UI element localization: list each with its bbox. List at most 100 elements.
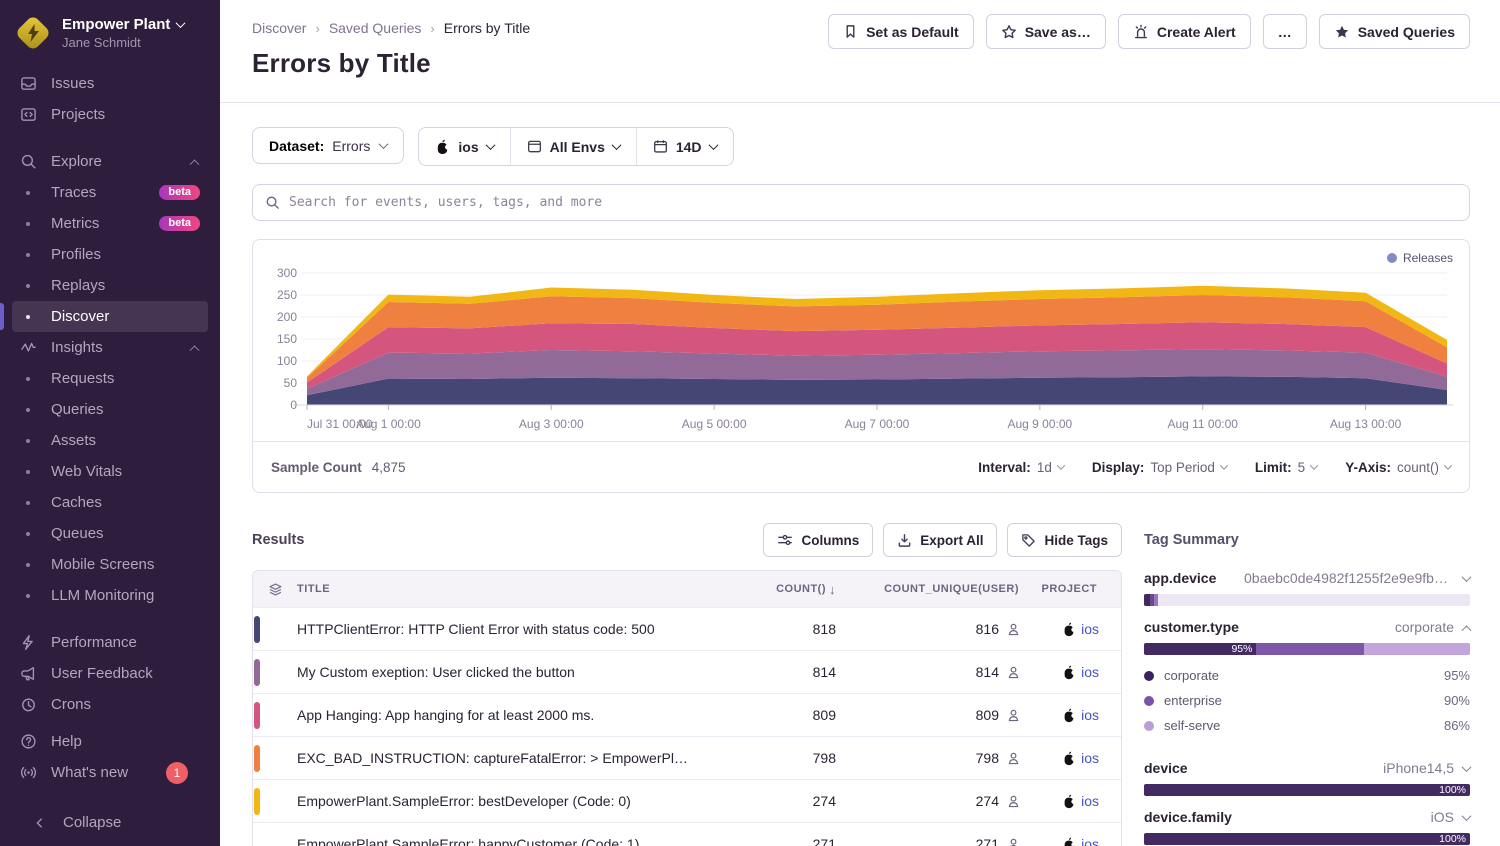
tag-breakdown-row[interactable]: corporate95% (1144, 663, 1470, 688)
project-filter[interactable]: ios (419, 128, 509, 165)
create-alert-button[interactable]: Create Alert (1118, 14, 1251, 49)
user-icon[interactable] (1006, 708, 1021, 723)
sidebar-item-issues[interactable]: Issues (12, 68, 208, 99)
chevron-down-icon (485, 140, 495, 150)
sidebar-item-crons[interactable]: Crons (12, 689, 208, 720)
tag-breakdown-row[interactable]: enterprise90% (1144, 688, 1470, 713)
bullet-icon (18, 315, 38, 319)
sidebar-item-performance[interactable]: Performance (12, 627, 208, 658)
sidebar-item-collapse[interactable]: Collapse (24, 807, 196, 838)
sidebar-item-replays[interactable]: Replays (12, 270, 208, 301)
user-icon[interactable] (1006, 837, 1021, 846)
row-title[interactable]: My Custom exeption: User clicked the but… (297, 664, 708, 680)
star-outline-icon (1001, 24, 1017, 40)
whats-new-count-badge: 1 (166, 762, 188, 784)
row-title[interactable]: EXC_BAD_INSTRUCTION: captureFatalError: … (297, 750, 708, 766)
row-title[interactable]: HTTPClientError: HTTP Client Error with … (297, 621, 708, 637)
layers-icon[interactable]: undefined (253, 837, 297, 846)
sidebar-item-queues[interactable]: Queues (12, 518, 208, 549)
sidebar-item-projects[interactable]: Projects (12, 99, 208, 130)
sidebar-item-profiles[interactable]: Profiles (12, 239, 208, 270)
sidebar-item-metrics[interactable]: Metricsbeta (12, 208, 208, 239)
sidebar-item-user-feedback[interactable]: User Feedback (12, 658, 208, 689)
sidebar-item-caches[interactable]: Caches (12, 487, 208, 518)
row-title[interactable]: EmpowerPlant.SampleError: bestDeveloper … (297, 793, 708, 809)
bullet-icon (18, 501, 38, 505)
dataset-selector[interactable]: Dataset: Errors (252, 127, 404, 164)
project-link[interactable]: ios (1081, 836, 1099, 846)
tag-top-value[interactable]: iPhone14,5 (1383, 760, 1454, 776)
user-icon[interactable] (1006, 751, 1021, 766)
project-link[interactable]: ios (1081, 664, 1099, 680)
tag-distribution-bar[interactable] (1144, 594, 1470, 606)
export-all-button[interactable]: Export All (883, 523, 997, 557)
chevron-up-icon[interactable] (1462, 625, 1472, 635)
sidebar-item-label: Profiles (51, 246, 101, 263)
search-input[interactable] (289, 195, 1457, 210)
tag-top-value[interactable]: corporate (1395, 619, 1454, 635)
tag-distribution-bar[interactable]: 95% (1144, 643, 1470, 655)
tag-top-value[interactable]: 0baebc0de4982f1255f2e9e9fb7… (1244, 570, 1454, 586)
legend-dot-icon (1144, 721, 1154, 731)
sidebar-item-llm-monitoring[interactable]: LLM Monitoring (12, 580, 208, 611)
column-header-count[interactable]: COUNT()↓ (708, 582, 836, 597)
chevron-left-icon (30, 816, 50, 830)
row-count-unique: 271 (836, 836, 1021, 846)
yaxis-selector[interactable]: Y-Axis:count() (1345, 460, 1451, 475)
chevron-down-icon[interactable] (1462, 811, 1472, 821)
sidebar-item-mobile-screens[interactable]: Mobile Screens (12, 549, 208, 580)
stacked-area-chart[interactable]: 050100150200250300Jul 31 00:00Aug 1 00:0… (253, 240, 1469, 443)
row-count: 818 (708, 621, 836, 637)
project-link[interactable]: ios (1081, 750, 1099, 766)
tag-distribution-bar[interactable]: 100% (1144, 833, 1470, 845)
sidebar-item-discover[interactable]: Discover (12, 301, 208, 332)
apple-icon (435, 139, 450, 155)
releases-legend[interactable]: Releases (1387, 251, 1453, 265)
sidebar-item-assets[interactable]: Assets (12, 425, 208, 456)
row-count: 271 (708, 836, 836, 846)
sidebar-item-web-vitals[interactable]: Web Vitals (12, 456, 208, 487)
apple-icon (1062, 665, 1076, 680)
user-icon[interactable] (1006, 622, 1021, 637)
tag-distribution-bar[interactable]: 100% (1144, 784, 1470, 796)
row-title[interactable]: EmpowerPlant.SampleError: happyCustomer … (297, 836, 708, 846)
sidebar-item-insights[interactable]: Insights (12, 332, 208, 363)
interval-selector[interactable]: Interval:1d (978, 460, 1064, 475)
project-link[interactable]: ios (1081, 793, 1099, 809)
user-icon[interactable] (1006, 665, 1021, 680)
column-header-title[interactable]: TITLE (297, 583, 708, 595)
chevron-down-icon[interactable] (1462, 572, 1472, 582)
date-range-filter[interactable]: 14D (636, 128, 733, 165)
project-link[interactable]: ios (1081, 621, 1099, 637)
breadcrumb-saved-queries[interactable]: Saved Queries (329, 20, 422, 36)
area-series[interactable] (307, 376, 1447, 405)
sidebar-item-traces[interactable]: Tracesbeta (12, 177, 208, 208)
sidebar-item-label: Replays (51, 277, 105, 294)
set-as-default-button[interactable]: Set as Default (828, 14, 974, 49)
column-header-count-unique[interactable]: COUNT_UNIQUE(USER) (836, 583, 1021, 595)
breadcrumb-discover[interactable]: Discover (252, 20, 306, 36)
display-selector[interactable]: Display:Top Period (1092, 460, 1227, 475)
more-options-button[interactable]: … (1263, 14, 1307, 49)
sidebar-item-explore[interactable]: Explore (12, 146, 208, 177)
column-header-project[interactable]: PROJECT (1021, 583, 1121, 595)
sidebar-item-what-s-new[interactable]: What's new1 (12, 757, 208, 788)
sidebar-item-queries[interactable]: Queries (12, 394, 208, 425)
sidebar-item-help[interactable]: Help (12, 726, 208, 757)
saved-queries-button[interactable]: Saved Queries (1319, 14, 1470, 49)
org-switcher[interactable]: Empower Plant Jane Schmidt (0, 0, 220, 62)
beta-badge: beta (159, 216, 200, 231)
project-link[interactable]: ios (1081, 707, 1099, 723)
tag-top-value[interactable]: iOS (1431, 809, 1454, 825)
environment-filter[interactable]: All Envs (510, 128, 636, 165)
tag-breakdown-row[interactable]: self-serve86% (1144, 713, 1470, 738)
save-as-button[interactable]: Save as… (986, 14, 1106, 49)
columns-button[interactable]: Columns (763, 523, 873, 557)
sidebar-item-requests[interactable]: Requests (12, 363, 208, 394)
bullet-icon (18, 532, 38, 536)
chevron-down-icon[interactable] (1462, 762, 1472, 772)
hide-tags-button[interactable]: Hide Tags (1007, 523, 1122, 557)
user-icon[interactable] (1006, 794, 1021, 809)
limit-selector[interactable]: Limit:5 (1255, 460, 1317, 475)
row-title[interactable]: App Hanging: App hanging for at least 20… (297, 707, 708, 723)
